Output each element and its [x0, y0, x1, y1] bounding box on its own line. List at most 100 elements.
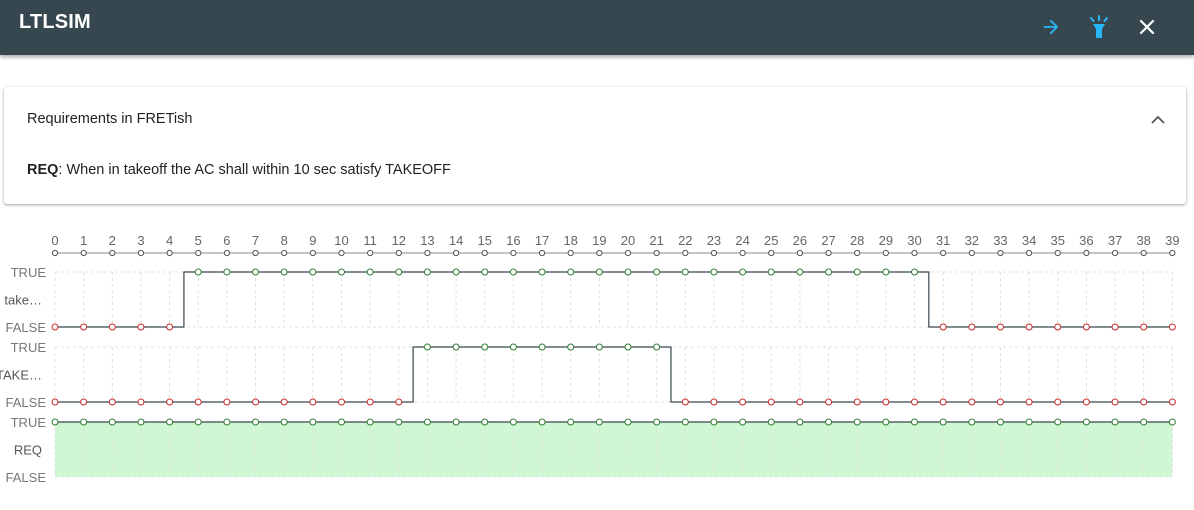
requirement-id[interactable]: REQ: [27, 162, 58, 178]
signal-row-2-value-point: [796, 398, 804, 406]
time-tick-point: [968, 249, 975, 257]
signal-row-2-value-point: [853, 398, 861, 406]
tick-label: 37: [1108, 233, 1122, 248]
tick-label: 22: [678, 233, 692, 248]
signal-row-1-value-point: [1082, 323, 1090, 331]
signal-row-1-value-point: [51, 323, 59, 331]
time-tick-point: [997, 249, 1004, 257]
time-tick-point: [80, 249, 87, 257]
signal-row-2-value-point: [996, 398, 1004, 406]
time-tick-point: [453, 249, 460, 257]
time-tick-point: [854, 249, 861, 257]
tick-label: 10: [334, 233, 348, 248]
signal-row-1-value-point: [366, 268, 374, 276]
time-tick-point: [424, 249, 431, 257]
signal-row-1-value-point: [309, 268, 317, 276]
req-value-point: [166, 418, 174, 426]
tick-label: 29: [879, 233, 893, 248]
req-row-label: REQ: [14, 443, 42, 458]
tick-label: 2: [109, 233, 116, 248]
chevron-up-icon: [1151, 115, 1165, 124]
signal-row-2-value-point: [194, 398, 202, 406]
signal-row-2-value-point: [538, 343, 546, 351]
tick-label: 15: [478, 233, 492, 248]
timeline-chart: 0 1 2 3 4 5 6 7 8 9 10 11 12 13 14 15 16 17 18 19 20 21 22 23 24…: [0, 233, 1180, 485]
time-tick-point: [1169, 249, 1176, 257]
req-value-point: [1111, 418, 1119, 426]
req-value-point: [108, 418, 116, 426]
time-tick-point: [481, 249, 488, 257]
highlight-button[interactable]: [1079, 7, 1119, 47]
signal-row-2-value-point: [108, 398, 116, 406]
req-value-point: [825, 418, 833, 426]
signal-row-1-value-point: [681, 268, 689, 276]
collapse-button[interactable]: [1148, 109, 1168, 129]
signal-row-1-value-point: [882, 268, 890, 276]
time-tick-point: [510, 249, 517, 257]
signal-row-1-value-point: [939, 323, 947, 331]
req-value-point: [1168, 418, 1176, 426]
time-tick-point: [1083, 249, 1090, 257]
tick-label: 20: [621, 233, 635, 248]
time-tick-point: [911, 249, 918, 257]
signal-row-2-value-point: [624, 343, 632, 351]
signal-row-2-value-point: [223, 398, 231, 406]
req-value-point: [51, 418, 59, 426]
tick-label: 30: [907, 233, 921, 248]
signal-row-1-value-point: [595, 268, 603, 276]
time-tick-point: [1140, 249, 1147, 257]
simulate-forward-button[interactable]: [1031, 7, 1071, 47]
signal-row-2-value-point: [882, 398, 890, 406]
signal-row-1-value-point: [767, 268, 775, 276]
tick-label: 0: [51, 233, 58, 248]
req-value-point: [80, 418, 88, 426]
time-tick-point: [252, 249, 259, 257]
req-value-point: [538, 418, 546, 426]
signal-row-2-value-point: [1111, 398, 1119, 406]
signal-row-1-value-point: [338, 268, 345, 276]
req-value-point: [767, 418, 775, 426]
signal-row-1-value-point: [395, 268, 403, 276]
signal-row-2-value-point: [911, 398, 918, 406]
req-value-point: [194, 418, 202, 426]
time-tick-point: [768, 249, 775, 257]
tick-label: 5: [195, 233, 202, 248]
signal-row-1-value-point: [968, 323, 976, 331]
signal-row-1-value-point: [509, 268, 517, 276]
req-value-point: [366, 418, 374, 426]
time-tick-point: [739, 249, 746, 257]
tick-label: 36: [1079, 233, 1093, 248]
signal-row-1-value-point: [80, 323, 88, 331]
signal-row-2-value-point: [1168, 398, 1176, 406]
tick-label: 28: [850, 233, 864, 248]
signal-row-2-value-point: [395, 398, 403, 406]
tick-label: 6: [223, 233, 230, 248]
time-tick-point: [1054, 249, 1061, 257]
time-tick-point: [137, 249, 145, 257]
requirements-panel: Requirements in FRETish REQ: When in tak…: [4, 87, 1186, 204]
panel-title: Requirements in FRETish: [27, 111, 193, 127]
req-value-point: [710, 418, 718, 426]
time-tick-point: [1026, 249, 1033, 257]
time-tick-point: [395, 249, 402, 257]
tick-label: 17: [535, 233, 549, 248]
req-value-point: [1054, 418, 1062, 426]
req-value-point: [1082, 418, 1090, 426]
time-tick-point: [338, 249, 345, 257]
req-value-point: [509, 418, 517, 426]
tick-label: 3: [137, 233, 144, 248]
signal-row-2-value-point: [423, 343, 431, 351]
req-row-true-label: TRUE: [11, 415, 47, 430]
time-tick-point: [538, 249, 546, 257]
time-tick-point: [710, 249, 718, 257]
req-value-point: [882, 418, 890, 426]
signal-row-1-value-point: [481, 268, 489, 276]
close-button[interactable]: [1127, 7, 1167, 47]
signal-row-2-value-point: [681, 398, 689, 406]
req-value-point: [624, 418, 632, 426]
signal-row-1-value-point: [653, 268, 661, 276]
signal-row-1-value-point: [166, 323, 174, 331]
tick-label: 9: [309, 233, 316, 248]
signal-row-1-value-point: [1168, 323, 1176, 331]
req-value-point: [911, 418, 918, 426]
